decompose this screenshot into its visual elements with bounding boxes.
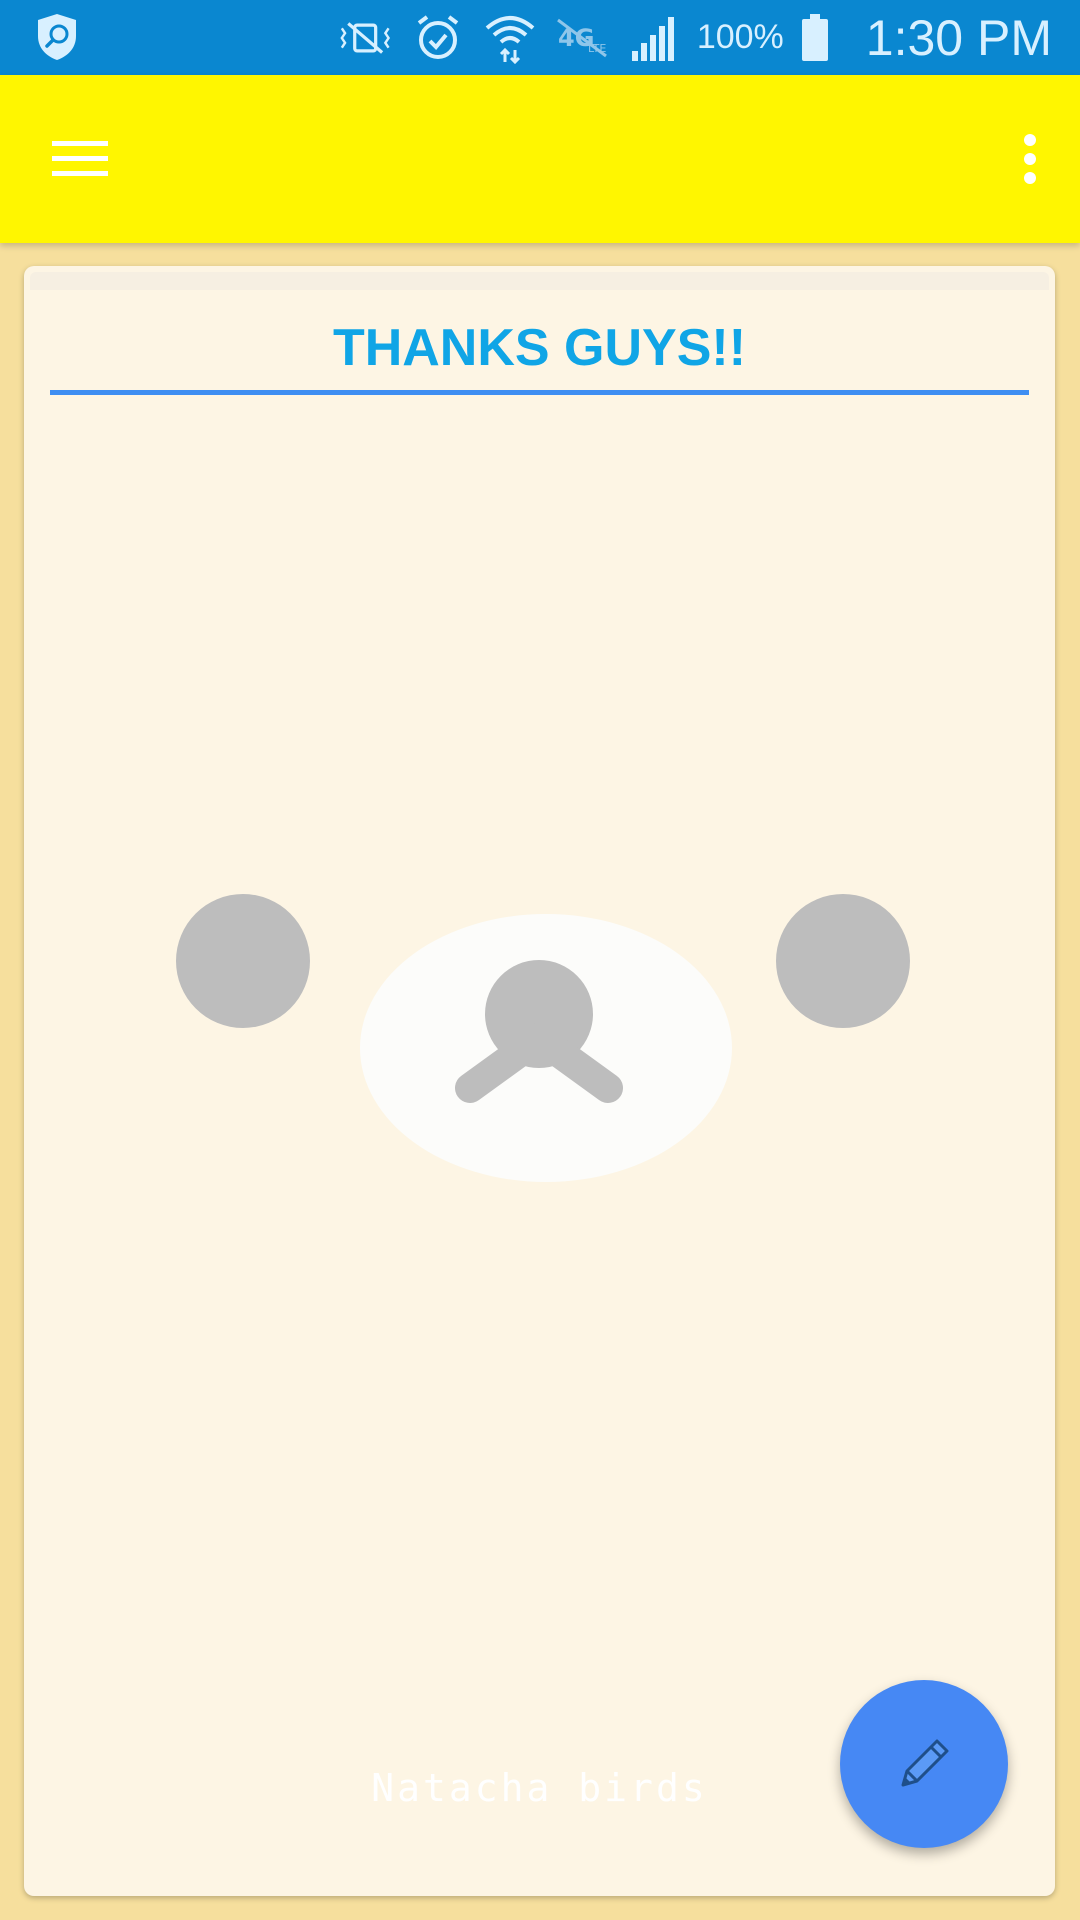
lte-off-icon: 4G LTE — [553, 13, 611, 63]
clock: 1:30 PM — [865, 9, 1052, 66]
wifi-icon — [481, 13, 539, 64]
battery-icon — [798, 13, 832, 63]
shield-search-icon — [34, 12, 80, 62]
hamburger-menu-icon[interactable] — [40, 119, 120, 199]
app-bar — [0, 75, 1080, 243]
signal-icon — [625, 13, 683, 63]
battery-percent: 100% — [696, 18, 784, 56]
vibrate-off-icon — [337, 13, 395, 63]
pencil-icon — [889, 1727, 959, 1802]
bear-right-cheek — [776, 894, 910, 1028]
note-card[interactable]: THANKS GUYS!! Natacha birds — [24, 266, 1055, 1896]
alarm-icon — [409, 13, 467, 63]
more-vert-icon[interactable] — [1000, 119, 1060, 199]
bear-face-illustration — [176, 894, 910, 1182]
status-bar: 4G LTE 100% 1:30 PM — [0, 0, 1080, 75]
bear-left-cheek — [176, 894, 310, 1028]
edit-fab-button[interactable] — [840, 1680, 1008, 1848]
